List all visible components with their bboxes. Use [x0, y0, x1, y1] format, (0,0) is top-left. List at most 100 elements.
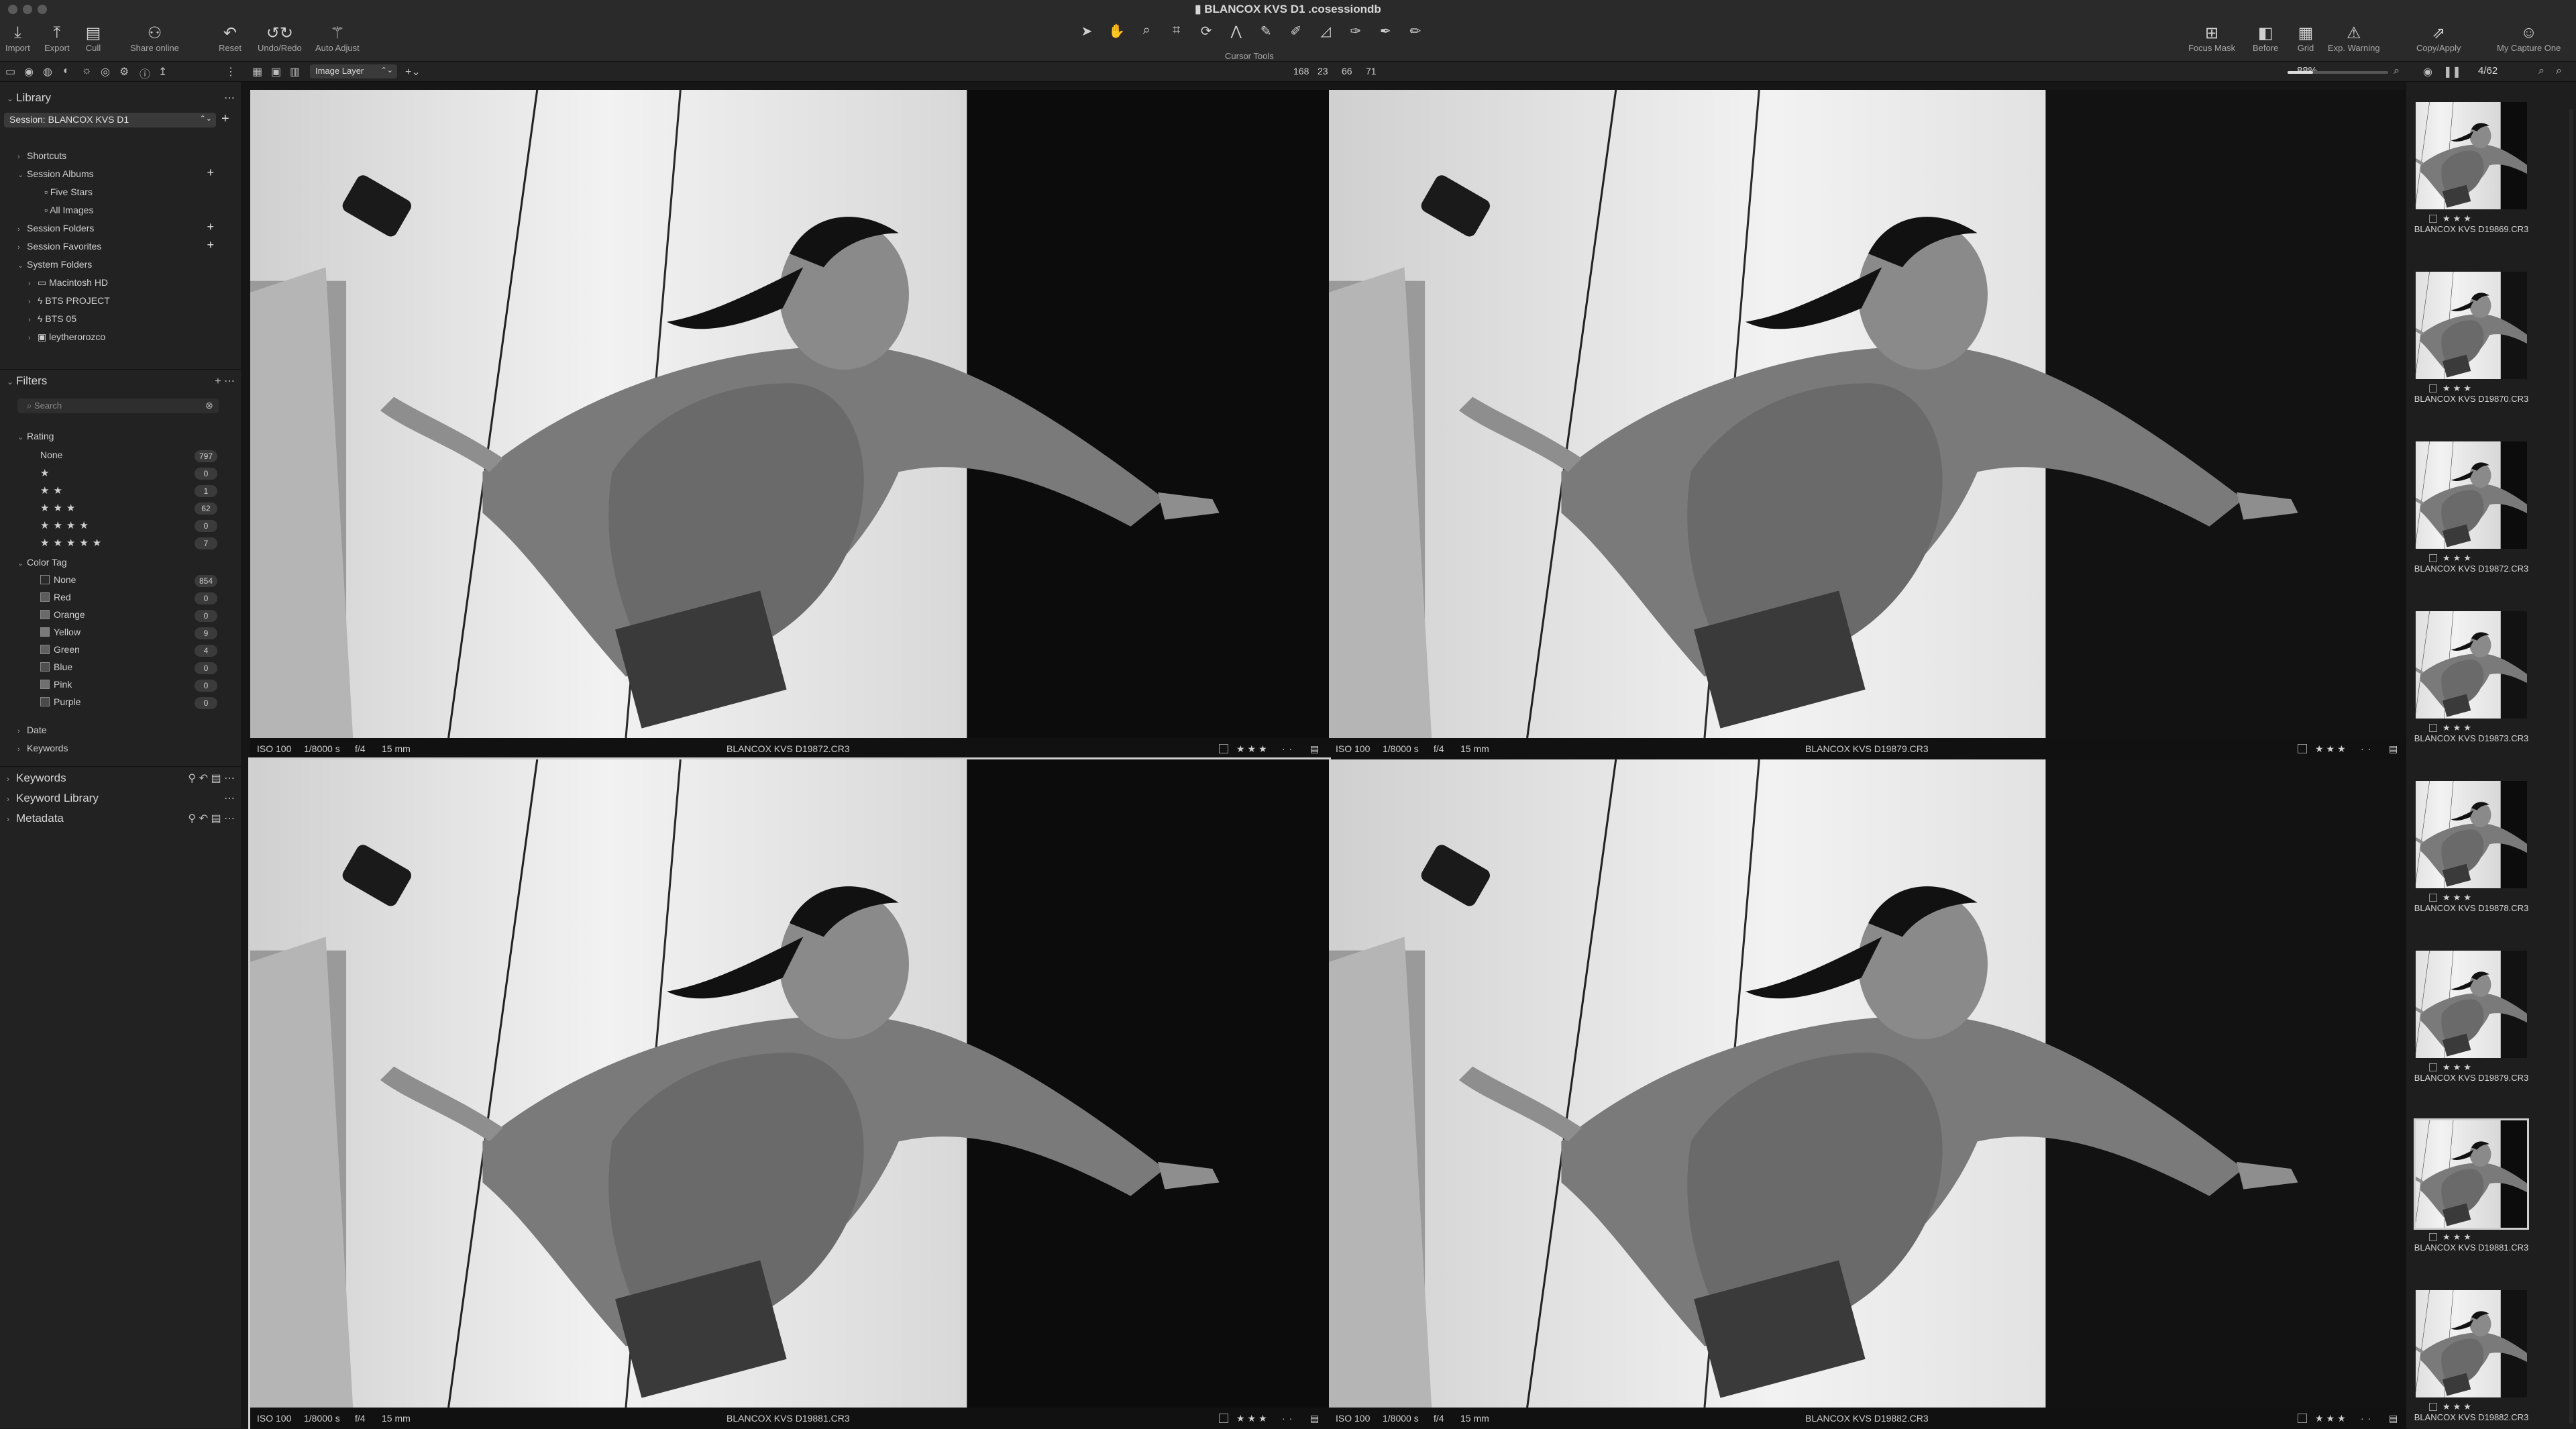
tree-leytherorozco[interactable]: › ▣ leytherorozco	[28, 331, 105, 343]
thumbnail-checkbox[interactable]	[2429, 554, 2437, 562]
add-layer-icon[interactable]: +⌄	[405, 65, 421, 78]
rotate-tool-icon[interactable]: ⟳	[1193, 23, 1220, 40]
image-rating[interactable]: ★★★	[2315, 743, 2349, 755]
copy-apply-button[interactable]: ⇗ Copy/Apply	[2416, 23, 2461, 54]
auto-adjust-button[interactable]: ⚚ Auto Adjust	[315, 23, 360, 54]
viewer-image-cell[interactable]: ISO 100 1/8000 s f/4 15 mm BLANCOX KVS D1988…	[1329, 759, 2408, 1429]
keyword-actions-icon[interactable]: ⚲ ↶ ▤ ⋯	[188, 772, 235, 785]
tree-five-stars[interactable]: ▫ Five Stars	[44, 187, 93, 197]
rating-dots[interactable]: ··	[1282, 1413, 1296, 1424]
color-tag-checkbox[interactable]	[2298, 744, 2307, 753]
eye-icon[interactable]: ◉	[2423, 65, 2432, 78]
browser-scrollbar[interactable]	[2569, 109, 2573, 1424]
tree-date[interactable]: › Date	[17, 725, 47, 735]
more-icon[interactable]: ⋯	[224, 792, 235, 805]
color-tag-filter-row[interactable]: Red 0	[40, 592, 221, 606]
picker-tool-icon[interactable]: ✎	[1252, 23, 1279, 40]
zoom-slider[interactable]	[2288, 71, 2388, 74]
thumbnail-checkbox[interactable]	[2429, 1063, 2437, 1071]
tree-color-tag[interactable]: ⌄ Color Tag	[17, 557, 67, 568]
tree-bts-05[interactable]: › ϟ BTS 05	[28, 313, 76, 324]
tree-system-folders[interactable]: ⌄ System Folders	[17, 259, 92, 270]
color-tag-checkbox[interactable]	[1219, 1414, 1228, 1423]
add-folder-icon[interactable]: +	[207, 220, 214, 234]
thumbnail-rating[interactable]: ★★★	[2443, 1062, 2474, 1073]
before-button[interactable]: ◧ Before	[2253, 23, 2278, 54]
rating-dots[interactable]: ··	[2361, 1413, 2375, 1424]
my-capture-one-button[interactable]: ☺ My Capture One	[2497, 23, 2561, 53]
metadata-actions-icon[interactable]: ⚲ ↶ ▤ ⋯	[188, 812, 235, 825]
metadata-icon[interactable]: ⓘ	[140, 65, 150, 81]
share-online-button[interactable]: ⚇ Share online	[130, 23, 179, 54]
photo[interactable]	[250, 759, 1329, 1408]
color-icon[interactable]: ◐	[63, 65, 70, 77]
color-tag-filter-row[interactable]: None 854	[40, 574, 221, 589]
tree-session-folders[interactable]: › Session Folders	[17, 223, 94, 233]
output-icon[interactable]: ↥	[158, 65, 167, 78]
thumbnail-rating[interactable]: ★★★	[2443, 1232, 2474, 1242]
gradient-tool-icon[interactable]: ◿	[1312, 23, 1339, 40]
photo[interactable]	[1329, 90, 2408, 738]
thumbnail-rating[interactable]: ★★★	[2443, 1401, 2474, 1412]
select-cursor-icon[interactable]: ➤	[1073, 23, 1100, 40]
zoom-tool-icon[interactable]: ⌕	[1133, 23, 1160, 40]
photo[interactable]	[1329, 759, 2408, 1408]
image-menu-icon[interactable]: ▤	[1310, 743, 1319, 755]
rating-dots[interactable]: ··	[2361, 743, 2375, 754]
add-album-icon[interactable]: +	[207, 166, 214, 180]
viewer-image-cell[interactable]: ISO 100 1/8000 s f/4 15 mm BLANCOX KVS D1987…	[1329, 90, 2408, 759]
color-tag-filter-row[interactable]: Green 4	[40, 644, 221, 659]
lens-icon[interactable]: ◍	[43, 65, 52, 78]
thumbnail-checkbox[interactable]	[2429, 724, 2437, 732]
thumbnail-checkbox[interactable]	[2429, 1233, 2437, 1241]
more-icon[interactable]: ⋯	[224, 91, 235, 105]
folder-icon[interactable]: ▭	[5, 65, 15, 78]
tree-shortcuts[interactable]: › Shortcuts	[17, 150, 66, 161]
color-tag-filter-row[interactable]: Blue 0	[40, 661, 221, 676]
rating-filter-row[interactable]: ★★ 1	[40, 484, 221, 499]
focus-mask-button[interactable]: ⊞ Focus Mask	[2188, 23, 2235, 54]
tree-session-favorites[interactable]: › Session Favorites	[17, 241, 101, 252]
image-rating[interactable]: ★★★	[1236, 1413, 1270, 1424]
tree-keywords-filter[interactable]: › Keywords	[17, 743, 68, 753]
heal-tool-icon[interactable]: ✒	[1372, 23, 1399, 40]
exposure-icon[interactable]: ☼	[82, 65, 92, 77]
multi-view-icon[interactable]: ▥	[290, 65, 300, 78]
thumbnail-rating[interactable]: ★★★	[2443, 383, 2474, 394]
details-icon[interactable]: ◎	[101, 65, 110, 78]
thumbnail-checkbox[interactable]	[2429, 1403, 2437, 1411]
rating-filter-row[interactable]: ★★★★★ 7	[40, 537, 221, 551]
image-rating[interactable]: ★★★	[1236, 743, 1270, 755]
layer-select[interactable]: Image Layer ⌃⌄	[310, 64, 397, 78]
image-menu-icon[interactable]: ▤	[2389, 1413, 2398, 1424]
search-icon[interactable]: ⌕	[2538, 65, 2544, 77]
color-tag-filter-row[interactable]: Purple 0	[40, 696, 221, 711]
pause-icon[interactable]: ❚❚	[2443, 65, 2461, 78]
image-menu-icon[interactable]: ▤	[1310, 1413, 1319, 1424]
rating-filter-row[interactable]: ★★★ 62	[40, 502, 221, 517]
color-tag-checkbox[interactable]	[1219, 744, 1228, 753]
viewer-image-cell[interactable]: ISO 100 1/8000 s f/4 15 mm BLANCOX KVS D1987…	[250, 90, 1329, 759]
thumbnail-checkbox[interactable]	[2429, 215, 2437, 223]
rating-dots[interactable]: ··	[1282, 743, 1296, 754]
undo-redo-button[interactable]: ↺↻ Undo/Redo	[258, 23, 302, 54]
reset-button[interactable]: ↶ Reset	[219, 23, 241, 54]
add-filter-icon[interactable]: + ⋯	[215, 374, 235, 388]
tree-rating[interactable]: ⌄ Rating	[17, 431, 54, 441]
single-view-icon[interactable]: ▣	[271, 65, 281, 78]
photo[interactable]	[250, 90, 1329, 738]
eraser-tool-icon[interactable]: ✑	[1342, 23, 1369, 40]
tree-session-albums[interactable]: ⌄ Session Albums	[17, 168, 94, 179]
brush-tool-icon[interactable]: ✐	[1283, 23, 1309, 40]
pan-hand-icon[interactable]: ✋	[1104, 23, 1130, 40]
cull-button[interactable]: ▤ Cull	[83, 23, 103, 54]
crop-tool-icon[interactable]: ⌗	[1163, 23, 1190, 40]
color-tag-filter-row[interactable]: Yellow 9	[40, 627, 221, 641]
clear-search-icon[interactable]: ⊗	[205, 400, 213, 411]
grid-view-icon[interactable]: ▦	[252, 65, 262, 78]
session-select[interactable]: Session: BLANCOX KVS D1 ⌃⌄	[4, 113, 216, 127]
rating-filter-row[interactable]: ★ 0	[40, 467, 221, 482]
add-session-icon[interactable]: +	[221, 111, 229, 127]
image-rating[interactable]: ★★★	[2315, 1413, 2349, 1424]
adjustments-icon[interactable]: ⚙	[119, 65, 129, 78]
